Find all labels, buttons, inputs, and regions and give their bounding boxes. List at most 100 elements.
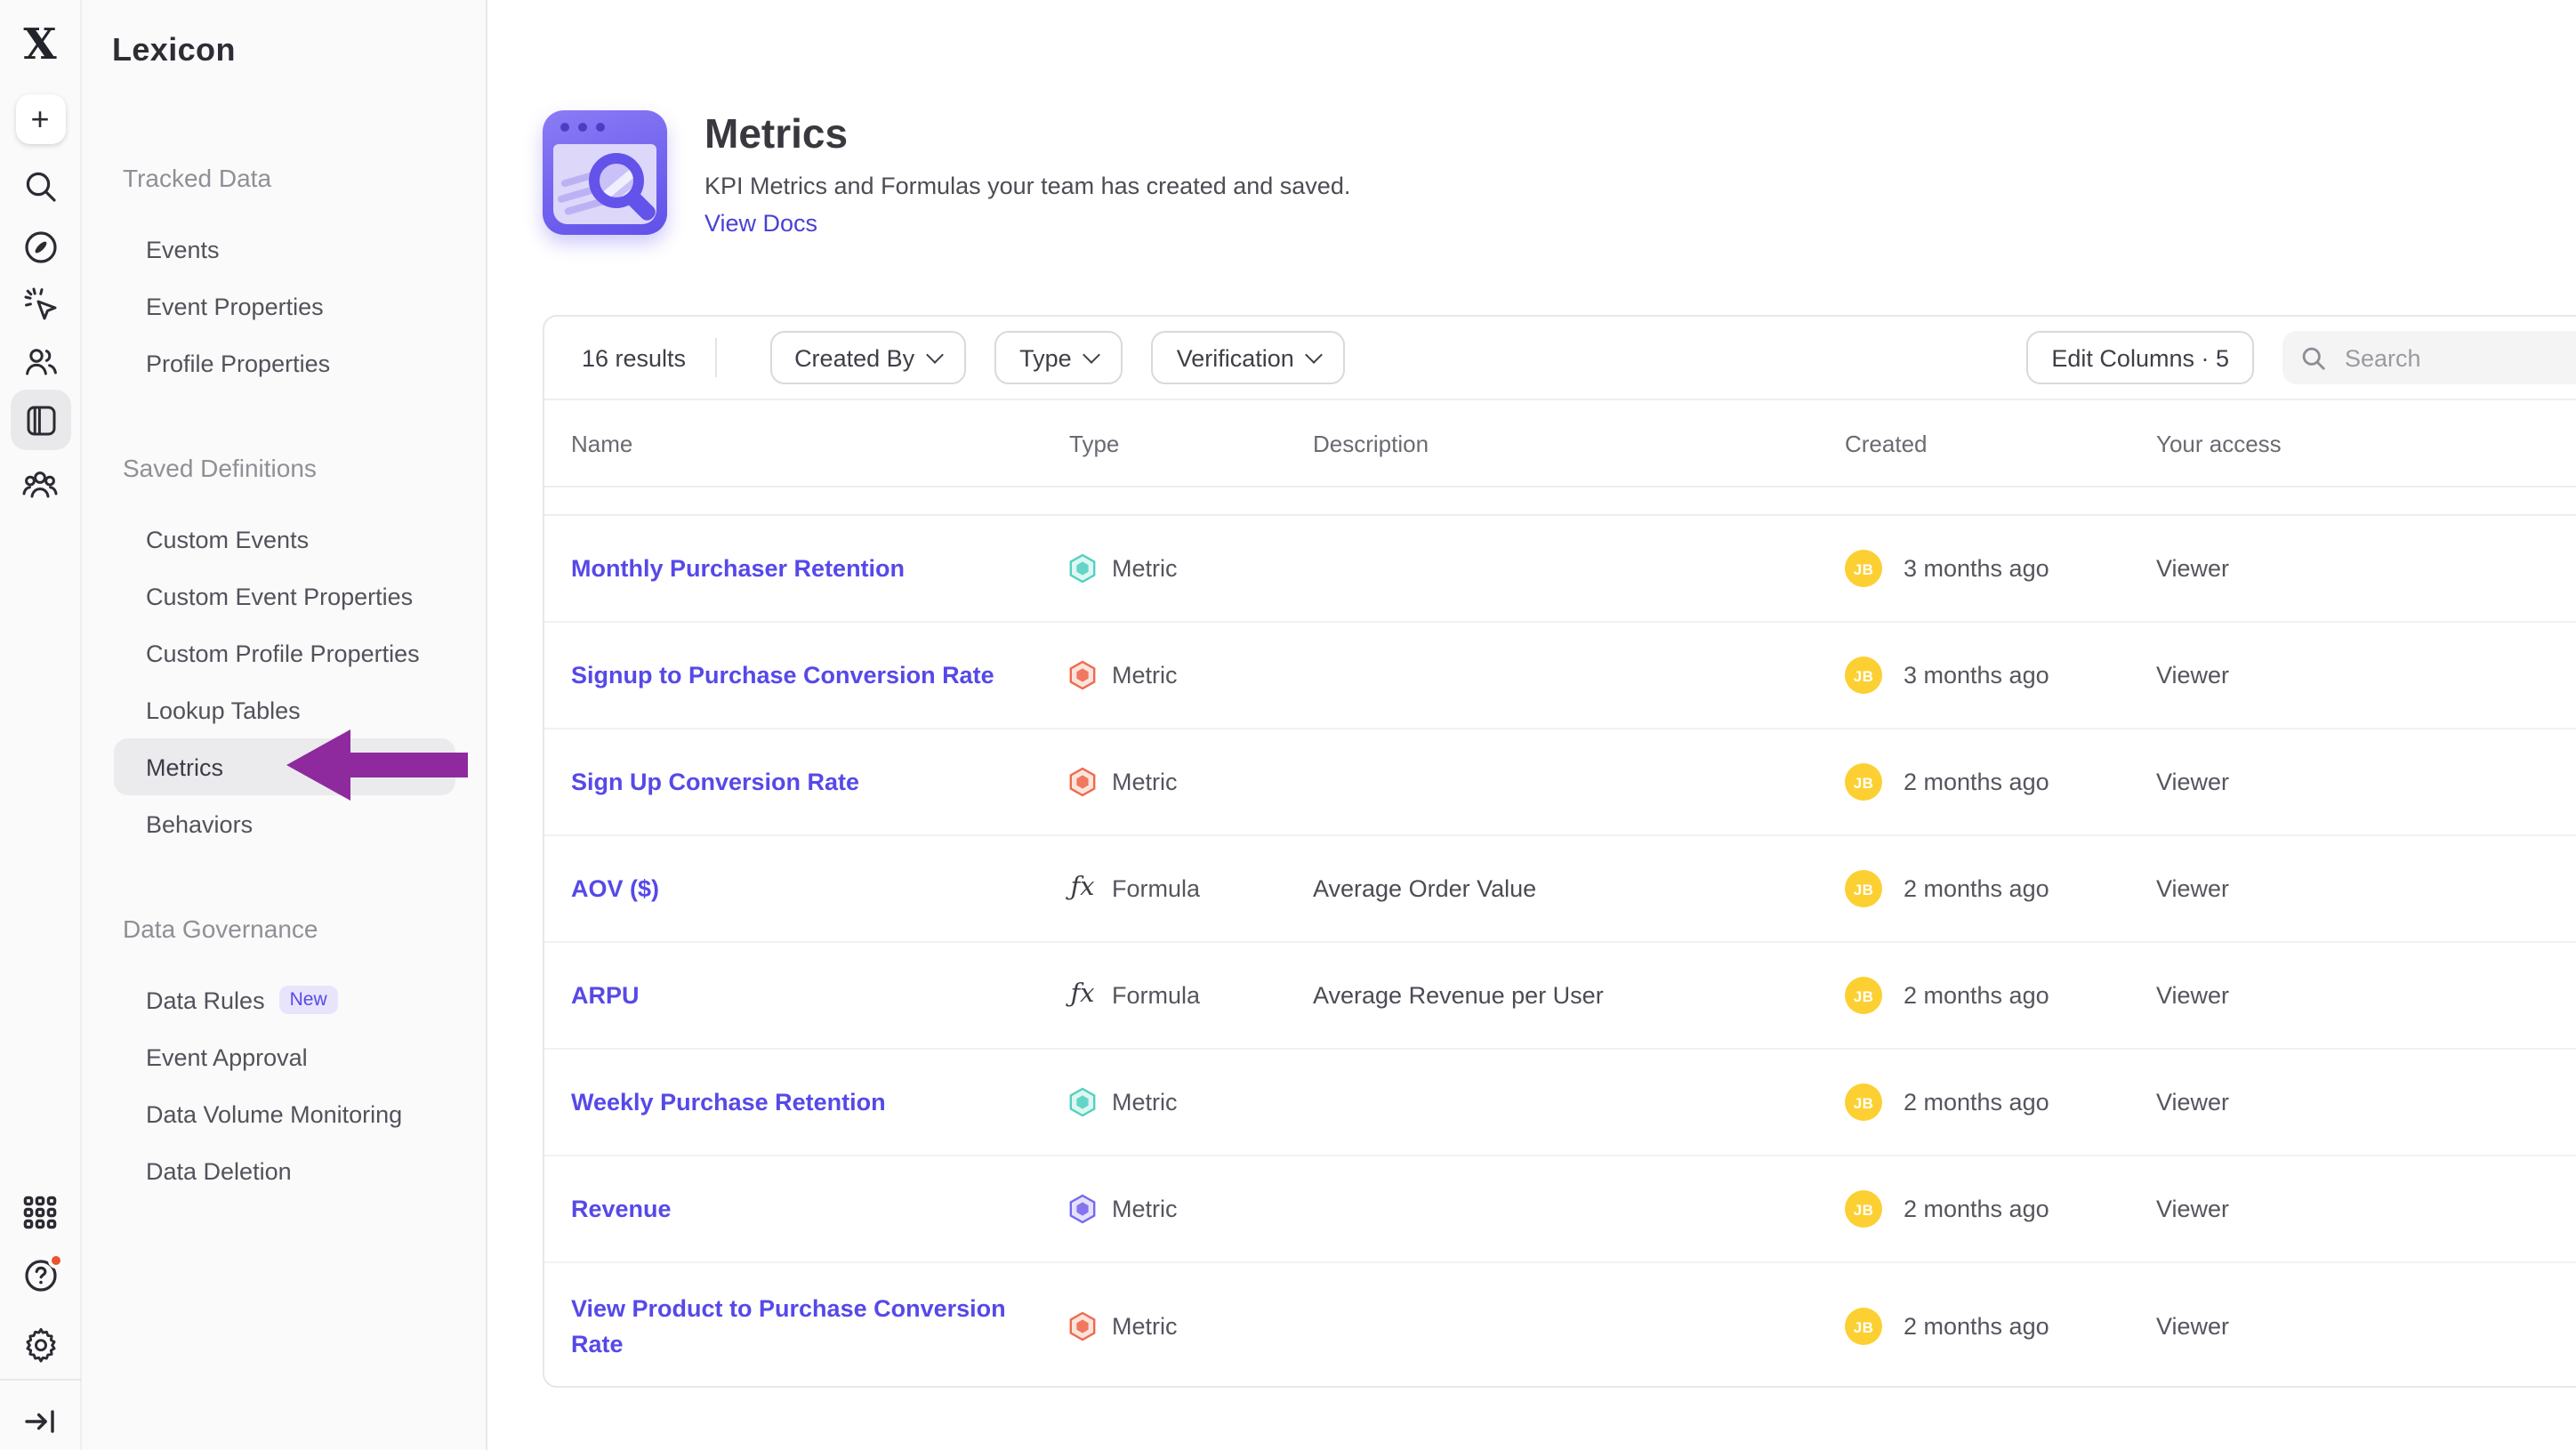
sidebar-nav-item[interactable]: Custom Event Properties xyxy=(114,568,455,624)
metric-type-icon xyxy=(1069,553,1096,584)
metric-name-link[interactable]: Revenue xyxy=(571,1195,672,1221)
sidebar-nav-item[interactable]: Data Volume Monitoring xyxy=(114,1085,455,1142)
search-box[interactable] xyxy=(2282,331,2576,384)
sidebar-nav-item[interactable]: Event Approval xyxy=(114,1028,455,1085)
results-count: 16 results xyxy=(582,344,686,371)
lexicon-book-icon[interactable] xyxy=(10,390,70,450)
search-icon[interactable] xyxy=(10,157,70,217)
table-header-row: Name Type Description Created Your acces… xyxy=(544,400,2576,487)
metric-name-link[interactable]: AOV ($) xyxy=(571,874,659,901)
filter-dropdown-button[interactable]: Verification xyxy=(1152,331,1346,384)
type-label: Metric xyxy=(1112,1196,1178,1222)
sidebar-nav-item[interactable]: Event Properties xyxy=(114,278,455,334)
sidebar-nav-item[interactable]: Data Deletion xyxy=(114,1142,455,1199)
creator-avatar: JB xyxy=(1845,870,1882,907)
type-cell: ƒx Formula xyxy=(1069,875,1313,902)
sidebar-nav-item[interactable]: Metrics xyxy=(114,738,455,795)
users-icon[interactable] xyxy=(10,331,70,391)
search-input[interactable] xyxy=(2341,342,2576,373)
edit-columns-button[interactable]: Edit Columns · 5 xyxy=(2026,331,2254,384)
column-header: Description xyxy=(1313,430,1845,456)
table-row: Weekly Purchase Retention ƒx Metric JB 2… xyxy=(544,1050,2576,1156)
table-row: Sign Up Conversion Rate ƒx Metric JB 2 m… xyxy=(544,729,2576,836)
created-cell: JB 2 months ago xyxy=(1845,977,2156,1014)
create-plus-button[interactable]: + xyxy=(15,94,65,144)
created-time: 3 months ago xyxy=(1904,662,2049,689)
sidebar-nav-item[interactable]: Lookup Tables xyxy=(114,681,455,738)
created-cell: JB 3 months ago xyxy=(1845,657,2156,694)
settings-gear-icon[interactable] xyxy=(10,1313,70,1373)
page-subtitle: KPI Metrics and Formulas your team has c… xyxy=(704,171,1350,203)
metric-name-link[interactable]: Signup to Purchase Conversion Rate xyxy=(571,661,994,688)
discover-compass-icon[interactable] xyxy=(10,217,70,278)
filter-label: Created By xyxy=(794,344,914,371)
type-label: Metric xyxy=(1112,1313,1178,1340)
creator-avatar: JB xyxy=(1845,763,1882,801)
column-header: Your access xyxy=(2156,430,2576,456)
apps-grid-icon[interactable] xyxy=(10,1181,70,1242)
type-cell: ƒx Metric xyxy=(1069,1194,1313,1224)
metric-name-link[interactable]: Weekly Purchase Retention xyxy=(571,1088,886,1115)
section-title: Saved Definitions xyxy=(123,439,486,496)
table-row: Revenue ƒx Metric JB 2 months ago Viewe xyxy=(544,1156,2576,1263)
created-cell: JB 3 months ago xyxy=(1845,550,2156,587)
sidebar-nav-item[interactable]: Events xyxy=(114,221,455,278)
created-time: 2 months ago xyxy=(1904,1196,2049,1222)
filter-dropdown-button[interactable]: Created By xyxy=(769,331,966,384)
sidebar-nav-item[interactable]: Custom Events xyxy=(114,511,455,568)
filter-dropdown-button[interactable]: Type xyxy=(994,331,1123,384)
type-cell: ƒx Metric xyxy=(1069,767,1313,797)
sidebar-nav-item[interactable]: Behaviors xyxy=(114,795,455,852)
edit-columns-label: Edit Columns · 5 xyxy=(2051,344,2229,371)
search-icon xyxy=(2300,344,2327,371)
formula-icon: ƒx xyxy=(1069,876,1096,902)
created-time: 3 months ago xyxy=(1904,555,2049,582)
metric-type-icon xyxy=(1069,1194,1096,1224)
sidebar-section-saved-definitions: Saved Definitions Custom Events Custom E… xyxy=(82,439,486,852)
collapse-icon[interactable] xyxy=(10,1391,70,1450)
mixpanel-logo-icon[interactable]: X xyxy=(10,14,70,75)
events-click-icon[interactable] xyxy=(10,274,70,334)
metric-name-link[interactable]: Monthly Purchaser Retention xyxy=(571,554,905,581)
rail-divider xyxy=(0,1379,82,1381)
created-time: 2 months ago xyxy=(1904,875,2049,902)
metric-name-link[interactable]: ARPU xyxy=(571,981,640,1008)
sidebar-nav-item[interactable]: Custom Profile Properties xyxy=(114,624,455,681)
view-docs-link[interactable]: View Docs xyxy=(704,208,817,240)
table-row: AOV ($) ƒx Formula Average Order Value J… xyxy=(544,836,2576,943)
metric-name-link[interactable]: Sign Up Conversion Rate xyxy=(571,768,859,794)
creator-avatar: JB xyxy=(1845,977,1882,1014)
section-title: Data Governance xyxy=(123,900,486,957)
sidebar-nav-item[interactable]: Profile Properties xyxy=(114,334,455,391)
help-icon[interactable] xyxy=(10,1245,70,1306)
nav-item-label: Custom Event Properties xyxy=(146,583,413,609)
type-label: Formula xyxy=(1112,875,1200,902)
access-cell: Viewer xyxy=(2156,769,2576,795)
nav-item-label: Data Deletion xyxy=(146,1157,292,1184)
toolbar-divider xyxy=(714,338,716,377)
nav-item-label: Profile Properties xyxy=(146,350,330,376)
sidebar: Lexicon Tracked Data Events Event Proper… xyxy=(82,0,486,1450)
creator-avatar: JB xyxy=(1845,1190,1882,1228)
cohorts-icon[interactable] xyxy=(10,454,70,514)
metric-type-icon xyxy=(1069,660,1096,690)
created-time: 2 months ago xyxy=(1904,1089,2049,1116)
metric-name-link[interactable]: View Product to Purchase Conversion Rate xyxy=(571,1294,1006,1357)
notification-dot xyxy=(47,1253,63,1269)
creator-avatar: JB xyxy=(1845,1308,1882,1345)
scrolled-row-sliver xyxy=(544,487,2576,516)
plus-icon: + xyxy=(30,101,49,138)
access-cell: Viewer xyxy=(2156,555,2576,582)
type-label: Metric xyxy=(1112,555,1178,582)
metric-type-icon xyxy=(1069,1311,1096,1341)
created-cell: JB 2 months ago xyxy=(1845,870,2156,907)
metrics-page-icon xyxy=(543,110,667,235)
type-cell: ƒx Metric xyxy=(1069,553,1313,584)
nav-item-label: Custom Events xyxy=(146,526,309,552)
nav-item-label: Metrics xyxy=(146,753,223,780)
access-cell: Viewer xyxy=(2156,662,2576,689)
sidebar-nav-item[interactable]: Data Rules New xyxy=(114,971,455,1028)
access-cell: Viewer xyxy=(2156,1313,2576,1340)
metric-type-icon xyxy=(1069,767,1096,797)
table-row: View Product to Purchase Conversion Rate… xyxy=(544,1263,2576,1388)
